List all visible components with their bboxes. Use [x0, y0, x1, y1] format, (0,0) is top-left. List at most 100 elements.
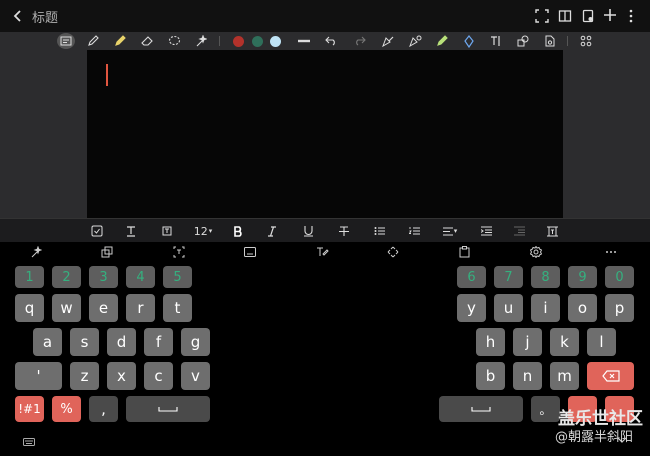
key-v[interactable]: v	[181, 362, 210, 390]
color-highlighter-icon[interactable]	[434, 33, 450, 49]
font-size-value: 12	[193, 224, 208, 238]
stroke-width-icon[interactable]	[296, 33, 312, 49]
color-red-swatch[interactable]	[233, 36, 244, 47]
shape-pen-icon[interactable]	[380, 33, 396, 49]
key-e[interactable]: e	[89, 294, 118, 322]
fill-pen-icon[interactable]	[407, 33, 423, 49]
more-tools-icon[interactable]	[578, 33, 594, 49]
text-mode-icon[interactable]	[57, 33, 75, 49]
key-s[interactable]: s	[70, 328, 99, 356]
key-8[interactable]: 8	[531, 266, 560, 288]
clipboard-history-icon[interactable]	[457, 245, 471, 259]
key-o[interactable]: o	[568, 294, 597, 322]
checkbox-format-icon[interactable]	[90, 223, 104, 239]
text-box-icon[interactable]	[488, 33, 504, 49]
key-apostrophe[interactable]: '	[15, 362, 62, 390]
key-r[interactable]: r	[126, 294, 155, 322]
color-green-swatch[interactable]	[252, 36, 263, 47]
key-f[interactable]: f	[144, 328, 173, 356]
key-h[interactable]: h	[476, 328, 505, 356]
bullet-list-button[interactable]	[373, 223, 385, 239]
space-key-right[interactable]	[439, 396, 523, 422]
add-icon[interactable]	[601, 6, 619, 24]
key-0[interactable]: 0	[605, 266, 634, 288]
key-k[interactable]: k	[550, 328, 579, 356]
key-6[interactable]: 6	[457, 266, 486, 288]
key-2[interactable]: 2	[52, 266, 81, 288]
key-j[interactable]: j	[513, 328, 542, 356]
key-b[interactable]: b	[476, 362, 505, 390]
key-c[interactable]: c	[144, 362, 173, 390]
fountain-pen-icon[interactable]	[461, 33, 477, 49]
bold-button[interactable]	[232, 223, 244, 239]
key-p[interactable]: p	[605, 294, 634, 322]
lasso-icon[interactable]	[166, 33, 182, 49]
key-d[interactable]: d	[107, 328, 136, 356]
space-icon	[471, 407, 491, 412]
key-q[interactable]: q	[15, 294, 44, 322]
page-title[interactable]: 标题	[32, 7, 58, 26]
undo-icon[interactable]	[323, 33, 339, 49]
font-size-selector[interactable]: 12 ▾	[193, 223, 213, 239]
shapes-icon[interactable]	[515, 33, 531, 49]
back-arrow-icon[interactable]	[9, 7, 27, 25]
keyboard-mode-icon[interactable]	[243, 245, 257, 259]
handwriting-icon[interactable]	[315, 245, 329, 259]
symbols-key[interactable]: !#1	[15, 396, 44, 422]
text-scan-icon[interactable]	[172, 245, 186, 259]
eraser-icon[interactable]	[139, 33, 155, 49]
settings-icon[interactable]	[529, 245, 543, 259]
redo-icon[interactable]	[352, 33, 368, 49]
hide-keyboard-icon[interactable]	[23, 438, 35, 446]
key-z[interactable]: z	[70, 362, 99, 390]
space-key-left[interactable]	[126, 396, 210, 422]
key-n[interactable]: n	[513, 362, 542, 390]
key-1[interactable]: 1	[15, 266, 44, 288]
divider	[567, 36, 568, 46]
key-4[interactable]: 4	[126, 266, 155, 288]
key-9[interactable]: 9	[568, 266, 597, 288]
magic-tool-icon[interactable]	[193, 33, 209, 49]
color-lightblue-swatch[interactable]	[270, 36, 281, 47]
key-l[interactable]: l	[587, 328, 616, 356]
more-options-icon[interactable]	[604, 245, 618, 259]
key-g[interactable]: g	[181, 328, 210, 356]
period-key[interactable]: 。	[531, 396, 560, 422]
strikethrough-button[interactable]	[338, 223, 350, 239]
key-3[interactable]: 3	[89, 266, 118, 288]
font-icon[interactable]	[160, 223, 174, 239]
more-menu-icon[interactable]	[622, 7, 640, 25]
key-a[interactable]: a	[33, 328, 62, 356]
key-5[interactable]: 5	[163, 266, 192, 288]
key-i[interactable]: i	[531, 294, 560, 322]
paragraph-spacing-button[interactable]	[546, 223, 558, 239]
magic-keyboard-icon[interactable]	[29, 245, 43, 259]
highlighter-icon[interactable]	[112, 33, 128, 49]
key-x[interactable]: x	[107, 362, 136, 390]
move-keyboard-icon[interactable]	[386, 245, 400, 259]
book-view-icon[interactable]	[556, 7, 574, 25]
indent-button[interactable]	[480, 223, 492, 239]
insert-file-icon[interactable]	[542, 33, 558, 49]
key-7[interactable]: 7	[494, 266, 523, 288]
key-u[interactable]: u	[494, 294, 523, 322]
alignment-selector[interactable]: ▾	[441, 223, 459, 239]
key-w[interactable]: w	[52, 294, 81, 322]
key-y[interactable]: y	[457, 294, 486, 322]
clipboard-icon[interactable]	[100, 245, 114, 259]
numbered-list-button[interactable]	[408, 223, 420, 239]
comma-key[interactable]: ,	[89, 396, 118, 422]
format-toolbar: 12 ▾ ▾	[0, 218, 650, 242]
key-t[interactable]: t	[163, 294, 192, 322]
text-style-icon[interactable]	[124, 223, 138, 239]
backspace-key[interactable]	[587, 362, 634, 390]
fullscreen-icon[interactable]	[533, 7, 551, 25]
underline-button[interactable]	[302, 223, 314, 239]
chevron-down-icon: ▾	[453, 227, 458, 235]
key-m[interactable]: m	[550, 362, 579, 390]
percent-key[interactable]: %	[52, 396, 81, 422]
page-settings-icon[interactable]	[579, 7, 597, 25]
italic-button[interactable]	[266, 223, 278, 239]
note-canvas[interactable]	[87, 50, 563, 218]
pen-icon[interactable]	[85, 33, 101, 49]
